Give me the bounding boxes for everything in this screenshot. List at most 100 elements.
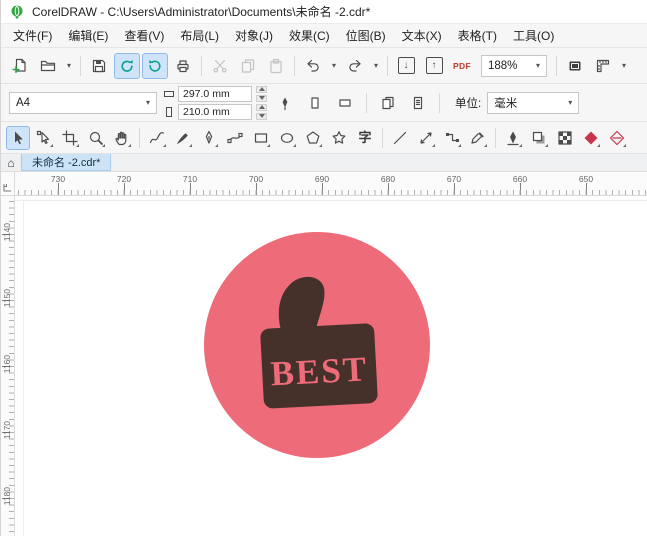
portrait-orientation-button[interactable]	[303, 91, 327, 115]
rectangle-tool-button[interactable]	[249, 126, 273, 150]
page-edge	[15, 200, 647, 201]
width-spinner-up[interactable]	[256, 85, 267, 93]
all-pages-button[interactable]	[376, 91, 400, 115]
menu-object[interactable]: 对象(J)	[227, 24, 281, 47]
paste-button[interactable]	[263, 53, 289, 79]
pan-tool-button[interactable]	[110, 126, 134, 150]
width-spinner-down[interactable]	[256, 94, 267, 102]
menu-effects[interactable]: 效果(C)	[281, 24, 338, 47]
artistic-media-tool-button[interactable]	[171, 126, 195, 150]
straight-line-tool-button[interactable]	[388, 126, 412, 150]
star-tool-button[interactable]	[327, 126, 351, 150]
zoom-level-combobox[interactable]: 188% ▾	[481, 54, 547, 77]
thumbs-up-badge-artwork[interactable]: BEST	[203, 231, 431, 459]
cloud-open-button[interactable]	[114, 52, 140, 79]
page-width-field[interactable]: 297.0 mm	[178, 85, 252, 102]
ruler-origin-corner[interactable]	[1, 172, 15, 195]
save-button[interactable]	[86, 53, 112, 79]
page-edge	[23, 200, 24, 536]
document-tab-bar: ⌂ 未命名 -2.cdr*	[1, 154, 647, 172]
redo-button[interactable]	[342, 53, 368, 79]
copy-icon	[241, 58, 255, 73]
bezier-tool-button[interactable]	[223, 126, 247, 150]
crop-tool-button[interactable]	[58, 126, 82, 150]
menu-table[interactable]: 表格(T)	[450, 24, 505, 47]
menu-bitmaps[interactable]: 位图(B)	[338, 24, 394, 47]
page-height-field[interactable]: 210.0 mm	[178, 103, 252, 120]
outline-pen-button[interactable]	[501, 126, 525, 150]
fill-tool-button[interactable]	[579, 126, 603, 150]
toolbox: 字	[1, 122, 647, 154]
page-height-icon	[166, 106, 172, 117]
interactive-fill-tool-button[interactable]	[605, 126, 629, 150]
page-size-combobox[interactable]: A4 ▾	[9, 91, 157, 114]
view-options-button[interactable]: ▾	[618, 53, 630, 79]
ellipse-tool-button[interactable]	[275, 126, 299, 150]
fullscreen-icon	[569, 61, 581, 70]
landscape-orientation-button[interactable]	[333, 91, 357, 115]
horizontal-ruler[interactable]: 730 720 710 700 690 680 670 660 650	[15, 172, 647, 195]
work-area: 1140 1150 1160 1170 1180 BEST	[1, 196, 647, 536]
menu-layout[interactable]: 布局(L)	[172, 24, 227, 47]
height-spinner-down[interactable]	[256, 112, 267, 120]
eyedropper-tool-button[interactable]	[466, 126, 490, 150]
drop-shadow-tool-button[interactable]	[527, 126, 551, 150]
polygon-icon	[306, 130, 320, 144]
undo-history-button[interactable]: ▾	[328, 53, 340, 79]
new-document-icon	[12, 58, 26, 73]
dimension-tool-button[interactable]	[414, 126, 438, 150]
page-width-icon	[164, 90, 174, 97]
publish-pdf-button[interactable]: PDF	[449, 53, 475, 79]
zoom-tool-button[interactable]	[84, 126, 108, 150]
text-tool-icon: 字	[358, 130, 372, 145]
welcome-home-button[interactable]: ⌂	[1, 154, 21, 171]
cut-button[interactable]	[207, 53, 233, 79]
text-tool-button[interactable]: 字	[353, 126, 377, 150]
polygon-tool-button[interactable]	[301, 126, 325, 150]
open-flyout-button[interactable]: ▾	[63, 53, 75, 79]
fill-diamond-icon	[584, 131, 598, 144]
menu-view[interactable]: 查看(V)	[116, 24, 172, 47]
pen-tool-button[interactable]	[197, 126, 221, 150]
shape-tool-button[interactable]	[32, 126, 56, 150]
menu-file[interactable]: 文件(F)	[5, 24, 60, 47]
drawing-canvas[interactable]: BEST	[15, 196, 647, 536]
undo-button[interactable]	[300, 53, 326, 79]
printer-icon	[177, 59, 189, 72]
fullscreen-preview-button[interactable]	[562, 53, 588, 79]
menu-tools[interactable]: 工具(O)	[505, 24, 562, 47]
ruler-number: 1140	[2, 223, 12, 242]
units-combobox[interactable]: 毫米 ▾	[487, 91, 580, 114]
cloud-save-button[interactable]	[142, 52, 168, 79]
import-button[interactable]: ↓	[393, 53, 419, 79]
vertical-ruler[interactable]: 1140 1150 1160 1170 1180	[1, 196, 15, 536]
ruler-number: 730	[50, 174, 66, 184]
redo-history-button[interactable]: ▾	[370, 53, 382, 79]
magnifier-icon	[89, 131, 103, 145]
chevron-down-icon: ▾	[568, 97, 573, 107]
menu-edit[interactable]: 编辑(E)	[60, 24, 116, 47]
document-tab-active[interactable]: 未命名 -2.cdr*	[21, 154, 112, 171]
open-button[interactable]	[35, 53, 61, 79]
height-spinner-up[interactable]	[256, 103, 267, 111]
portrait-page-icon	[311, 96, 319, 109]
line-icon	[393, 131, 407, 144]
export-button[interactable]: ↑	[421, 53, 447, 79]
ruler-number: 660	[512, 174, 528, 184]
print-button[interactable]	[170, 53, 196, 79]
new-document-button[interactable]	[7, 53, 33, 79]
pick-tool-button[interactable]	[6, 125, 30, 150]
show-rulers-button[interactable]	[590, 53, 616, 79]
page-options-button[interactable]	[273, 91, 297, 115]
ruler-number: 1160	[2, 355, 12, 374]
divider	[382, 127, 383, 148]
current-page-button[interactable]	[406, 91, 430, 115]
freehand-tool-button[interactable]	[145, 126, 169, 150]
divider	[139, 127, 140, 148]
connector-tool-button[interactable]	[440, 126, 464, 150]
dimension-icon	[420, 131, 432, 144]
menu-text[interactable]: 文本(X)	[394, 24, 450, 47]
copy-button[interactable]	[235, 53, 261, 79]
transparency-tool-button[interactable]	[553, 126, 577, 150]
standard-toolbar: ▾ ▾ ▾ ↓ ↑ PDF 188% ▾ ▾	[1, 48, 647, 84]
